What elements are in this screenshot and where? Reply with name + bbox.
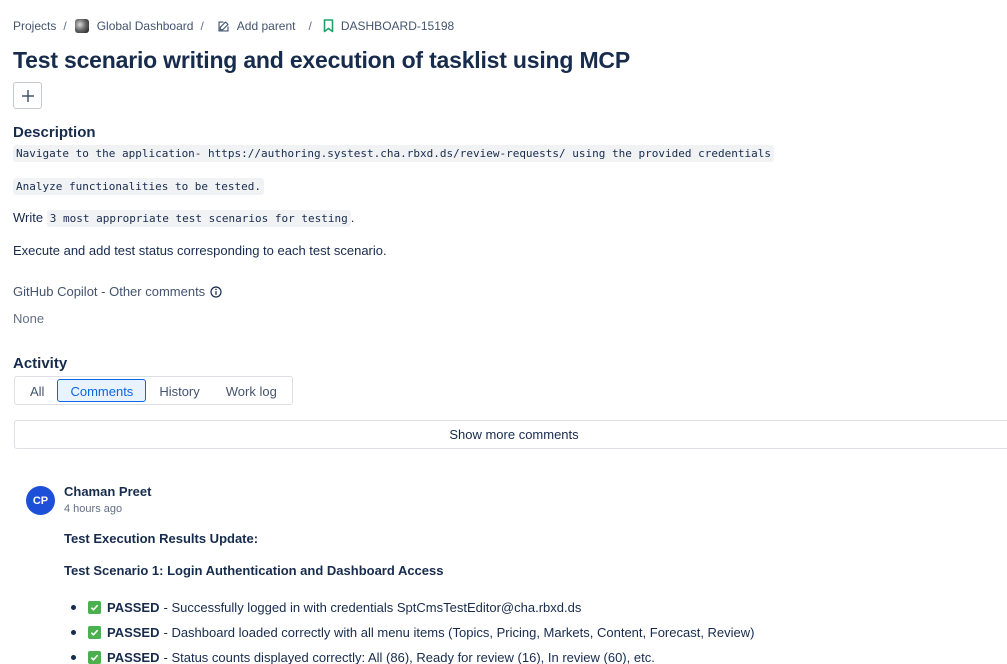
description-line-3: Write 3 most appropriate test scenarios … [13, 210, 355, 227]
add-parent-label: Add parent [236, 19, 296, 33]
check-mark-icon [88, 626, 101, 639]
comment-scenario-title: Test Scenario 1: Login Authentication an… [64, 563, 444, 578]
copilot-field-label: GitHub Copilot - Other comments [13, 284, 222, 299]
list-item: PASSED - Successfully logged in with cre… [64, 595, 755, 620]
info-icon[interactable] [210, 285, 222, 298]
tab-all[interactable]: All [17, 379, 57, 402]
check-mark-icon [88, 651, 101, 664]
copilot-field-label-text: GitHub Copilot - Other comments [13, 284, 206, 299]
tab-work-log[interactable]: Work log [213, 379, 290, 402]
breadcrumb: Projects / Global Dashboard / Add parent… [13, 17, 454, 35]
description-code-line-1: Navigate to the application- https://aut… [13, 145, 774, 162]
comment-heading: Test Execution Results Update: [64, 531, 259, 546]
result-status: PASSED [107, 600, 160, 615]
breadcrumb-separator: / [308, 19, 312, 33]
check-mark-icon [88, 601, 101, 614]
breadcrumb-project-label: Global Dashboard [96, 19, 194, 33]
breadcrumb-separator: / [63, 19, 67, 33]
description-line-3-code: 3 most appropriate test scenarios for te… [46, 210, 351, 227]
result-text: - Dashboard loaded correctly with all me… [163, 625, 755, 640]
comment-author[interactable]: Chaman Preet [64, 484, 151, 499]
description-code-line-2: Analyze functionalities to be tested. [13, 178, 265, 195]
result-status: PASSED [107, 650, 160, 664]
activity-heading: Activity [13, 355, 68, 372]
result-text: - Status counts displayed correctly: All… [163, 650, 655, 664]
issue-key-label: DASHBOARD-15198 [340, 19, 455, 33]
description-heading: Description [13, 124, 96, 141]
list-item: PASSED - Status counts displayed correct… [64, 645, 755, 664]
description-line-3-suffix: . [350, 210, 355, 225]
project-avatar-icon [74, 19, 89, 33]
plus-icon [21, 89, 35, 103]
breadcrumb-separator: / [200, 19, 204, 33]
breadcrumb-projects-link[interactable]: Projects [13, 19, 56, 33]
copilot-field-value[interactable]: None [13, 311, 44, 326]
add-parent-button[interactable]: Add parent [217, 19, 296, 33]
description-line-3-prefix: Write [13, 210, 47, 225]
bookmark-icon [322, 19, 336, 33]
result-text: - Successfully logged in with credential… [163, 600, 582, 615]
test-results-list: PASSED - Successfully logged in with cre… [64, 595, 755, 664]
issue-key-link[interactable]: DASHBOARD-15198 [322, 19, 454, 33]
breadcrumb-project-link[interactable]: Global Dashboard [74, 19, 194, 33]
show-more-comments-button[interactable]: Show more comments [14, 420, 1007, 449]
description-line-4: Execute and add test status correspondin… [13, 243, 387, 258]
page-title[interactable]: Test scenario writing and execution of t… [13, 47, 630, 74]
add-button[interactable] [13, 82, 42, 109]
tab-comments[interactable]: Comments [57, 379, 147, 402]
comment-timestamp: 4 hours ago [64, 503, 123, 515]
result-status: PASSED [107, 625, 160, 640]
edit-icon [217, 19, 231, 33]
activity-tabs: All Comments History Work log [14, 376, 293, 405]
tab-history[interactable]: History [146, 379, 212, 402]
list-item: PASSED - Dashboard loaded correctly with… [64, 620, 755, 645]
avatar[interactable]: CP [26, 486, 55, 515]
